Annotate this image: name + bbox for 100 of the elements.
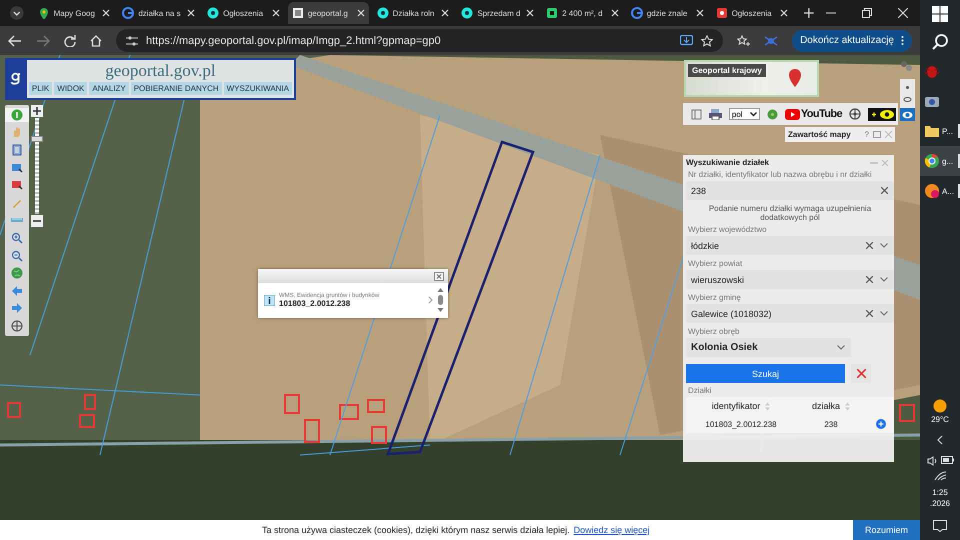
tab-title: Ogłoszenia	[223, 8, 264, 18]
clear-button[interactable]	[851, 364, 871, 383]
notification-icon[interactable]	[933, 520, 947, 532]
tab-actions-icon[interactable]	[10, 6, 24, 20]
table-cell-text: 238	[823, 420, 839, 428]
book-icon[interactable]	[691, 108, 702, 120]
clear-icon[interactable]	[866, 310, 873, 317]
menu-item[interactable]: WIDOK	[54, 82, 88, 95]
restore-icon[interactable]	[862, 8, 872, 18]
forward-icon[interactable]	[36, 34, 50, 46]
sort-icon	[765, 402, 770, 410]
column-header[interactable]: działka	[786, 401, 876, 411]
wifi-icon[interactable]	[934, 471, 946, 481]
field-label: Wybierz województwo	[688, 225, 768, 234]
column-header[interactable]: identyfikator	[696, 401, 786, 411]
taskbar-app[interactable]: g...	[920, 146, 960, 176]
printer-icon[interactable]	[708, 108, 722, 120]
running-indicator	[958, 184, 960, 198]
eye-icon[interactable]	[903, 96, 912, 103]
select-field[interactable]: Galewice (1018032)	[686, 304, 894, 323]
browser-tab[interactable]: Działka roln	[372, 2, 454, 24]
play-icon	[784, 108, 800, 120]
back-icon[interactable]	[8, 34, 22, 46]
help-icon[interactable]: ?	[864, 130, 869, 139]
help-icon[interactable]	[766, 108, 778, 120]
wheel-icon[interactable]	[848, 108, 861, 120]
info-icon[interactable]	[11, 108, 23, 121]
menu-item[interactable]: POBIERANIE DANYCH	[130, 82, 222, 95]
sort-icon	[845, 402, 850, 410]
tab-title: geoportal.g	[308, 8, 349, 18]
screen-icon[interactable]	[11, 162, 23, 174]
chevron-right-icon[interactable]	[428, 296, 433, 304]
dot-icon[interactable]	[903, 84, 912, 91]
accessibility-icon[interactable]	[868, 108, 896, 120]
search-input[interactable]: 238	[686, 181, 894, 200]
document-icon[interactable]	[11, 144, 23, 156]
field-label: Nr działki, identyfikator lub nazwa obrębu i nr działki	[688, 170, 873, 179]
browser-tab[interactable]: Mapy Goog	[34, 2, 114, 24]
battery-icon[interactable]	[940, 456, 954, 464]
clear-icon[interactable]	[866, 276, 873, 283]
scrollbar-icon[interactable]	[437, 287, 444, 313]
menu-item[interactable]: ANALIZY	[89, 82, 129, 95]
language-select[interactable]: pol	[728, 108, 760, 120]
select-field[interactable]: Kolonia Osiek	[686, 338, 851, 357]
taskbar-app[interactable]: P...	[920, 116, 960, 146]
settings-icon[interactable]	[900, 60, 913, 71]
clock[interactable]: 1:25 .2026	[920, 484, 960, 512]
zoom-in-icon[interactable]	[11, 232, 23, 244]
taskbar-app[interactable]: A...	[920, 176, 960, 206]
install-app-icon[interactable]	[680, 34, 694, 46]
screen-icon[interactable]	[11, 179, 23, 192]
browser-tab[interactable]: Ogłoszenia	[203, 2, 284, 24]
compass-icon[interactable]	[11, 320, 23, 332]
search-icon[interactable]	[932, 34, 948, 50]
clear-icon[interactable]	[881, 187, 888, 194]
more-icon[interactable]	[901, 36, 904, 45]
windows-icon[interactable]	[932, 6, 948, 22]
browser-tab[interactable]: 2 400 m², d	[542, 2, 623, 24]
chevron-down-icon	[880, 243, 888, 248]
speaker-icon[interactable]	[926, 456, 938, 466]
reload-icon[interactable]	[64, 34, 76, 46]
running-indicator	[958, 154, 960, 168]
site-icon	[122, 7, 134, 19]
browser-tab[interactable]: gdzie znale	[626, 2, 708, 24]
eye-icon[interactable]	[902, 110, 913, 118]
zoom-out-button[interactable]	[31, 215, 43, 227]
new-tab-icon[interactable]	[804, 8, 814, 18]
parcel-id: 101803_2.0012.238	[279, 298, 352, 308]
hint-text: Podanie numeru działki wymaga uzupełnienia dodatkowych pól	[708, 204, 872, 222]
weather-temperature[interactable]: 29°C	[931, 415, 949, 424]
select-field[interactable]: wieruszowski	[686, 270, 894, 289]
star-icon[interactable]	[701, 34, 714, 46]
chevron-left-icon[interactable]	[937, 435, 943, 445]
arrow-right-icon[interactable]	[11, 302, 23, 314]
search-button[interactable]: Szukaj	[686, 364, 845, 383]
menu-item[interactable]: PLIK	[28, 82, 52, 95]
arrow-left-icon[interactable]	[11, 284, 23, 297]
browser-tab[interactable]: Sprzedam d	[457, 2, 538, 24]
accept-button[interactable]: Rozumiem	[853, 520, 920, 540]
overview-map[interactable]: Geoportal krajowy	[684, 60, 819, 97]
menu-item[interactable]: WYSZUKIWANIA	[224, 82, 292, 95]
add-icon[interactable]	[876, 419, 886, 429]
favorites-icon[interactable]	[737, 34, 750, 46]
address-field[interactable]: https://mapy.geoportal.gov.pl/imap/Imgp_2.html?gpmap=gp0	[116, 29, 724, 52]
site-settings-icon[interactable]	[126, 36, 138, 46]
zoom-slider-thumb[interactable]	[31, 136, 43, 142]
browser-tab[interactable]: działka na s	[118, 2, 200, 24]
clear-icon[interactable]	[866, 242, 873, 249]
map-contents-panel[interactable]: Zawartość mapy ?	[785, 127, 895, 142]
learn-more-link[interactable]: Dowiedz się więcej	[574, 525, 650, 535]
zoom-out-icon[interactable]	[11, 250, 23, 262]
zoom-in-button[interactable]	[31, 105, 43, 117]
field-label: Wybierz gminę	[688, 293, 742, 302]
sun-icon[interactable]	[933, 399, 947, 413]
update-button[interactable]: Dokończ aktualizację	[792, 30, 912, 52]
select-field[interactable]: łódzkie	[686, 236, 894, 255]
youtube-link[interactable]: YouTube	[784, 108, 842, 120]
home-icon[interactable]	[90, 34, 102, 46]
browser-tab[interactable]: Ogłoszenia	[712, 2, 792, 24]
browser-tab[interactable]: geoportal.g	[288, 2, 369, 24]
